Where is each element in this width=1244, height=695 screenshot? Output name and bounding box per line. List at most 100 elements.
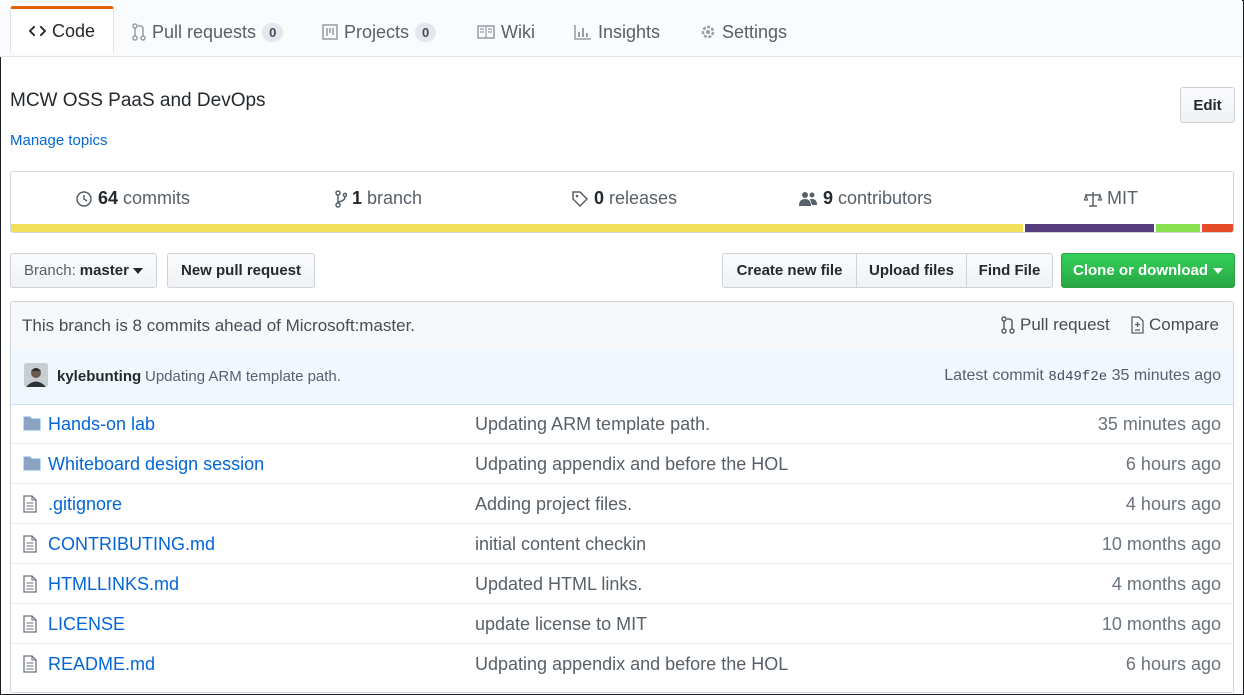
diff-icon bbox=[1131, 316, 1144, 334]
contributors-count: 9 bbox=[823, 188, 834, 208]
clone-or-download-button[interactable]: Clone or download bbox=[1061, 253, 1235, 288]
releases-count: 0 bbox=[594, 188, 605, 208]
edit-button[interactable]: Edit bbox=[1180, 87, 1235, 123]
file-name[interactable]: Whiteboard design session bbox=[48, 454, 264, 475]
repo-description: MCW OSS PaaS and DevOps bbox=[10, 90, 266, 111]
tag-icon bbox=[572, 190, 589, 207]
tab-settings[interactable]: Settings bbox=[700, 8, 787, 56]
file-name[interactable]: CONTRIBUTING.md bbox=[48, 534, 215, 555]
file-icon-wrap bbox=[23, 575, 37, 598]
language-bar[interactable] bbox=[11, 224, 1233, 232]
file-commit-message[interactable]: initial content checkin bbox=[475, 534, 646, 555]
pull-request-link-label: Pull request bbox=[1020, 315, 1110, 334]
graph-icon bbox=[574, 25, 591, 40]
file-commit-message[interactable]: update license to MIT bbox=[475, 614, 647, 635]
file-browser: This branch is 8 commits ahead of Micros… bbox=[10, 301, 1234, 693]
new-pull-request-button[interactable]: New pull request bbox=[167, 253, 315, 288]
caret-down-icon bbox=[132, 267, 143, 274]
repo-tab-bar: Code Pull requests 0 Projects 0 Wiki Ins… bbox=[0, 0, 1242, 57]
file-icon-wrap bbox=[23, 655, 37, 678]
gear-icon bbox=[701, 25, 715, 39]
tab-insights[interactable]: Insights bbox=[574, 8, 660, 56]
file-row: LICENSE update license to MIT 10 months ag… bbox=[11, 604, 1233, 644]
commits-label: commits bbox=[123, 188, 191, 208]
file-icon-wrap bbox=[23, 535, 37, 558]
avatar[interactable] bbox=[24, 363, 48, 387]
file-age: 10 months ago bbox=[1101, 534, 1221, 554]
file-icon bbox=[23, 615, 37, 633]
compare-link-label: Compare bbox=[1149, 315, 1219, 334]
file-age: 4 months ago bbox=[1111, 574, 1221, 594]
folder-icon-wrap bbox=[23, 415, 41, 436]
file-icon bbox=[23, 495, 37, 513]
compare-link[interactable]: Compare bbox=[1130, 315, 1219, 335]
file-icon bbox=[23, 535, 37, 553]
commit-message[interactable]: Updating ARM template path. bbox=[145, 368, 341, 385]
upload-files-button[interactable]: Upload files bbox=[856, 253, 967, 288]
file-commit-message[interactable]: Udpating appendix and before the HOL bbox=[475, 454, 788, 475]
file-commit-message[interactable]: Updating ARM template path. bbox=[475, 414, 710, 435]
file-icon bbox=[23, 575, 37, 593]
file-name[interactable]: README.md bbox=[48, 654, 155, 675]
releases-label: releases bbox=[609, 188, 678, 208]
book-icon bbox=[477, 25, 495, 39]
tab-projects-label: Projects bbox=[344, 21, 410, 42]
code-icon bbox=[29, 25, 46, 37]
branch-select-button[interactable]: Branch: master bbox=[10, 253, 157, 288]
file-age: 10 months ago bbox=[1101, 614, 1221, 634]
latest-commit-info: Latest commit 8d49f2e 35 minutes ago bbox=[944, 367, 1221, 385]
language-segment[interactable] bbox=[1200, 224, 1233, 232]
license-label: MIT bbox=[1107, 188, 1138, 208]
find-file-button[interactable]: Find File bbox=[966, 253, 1053, 288]
branch-name: master bbox=[79, 262, 129, 279]
projects-count: 0 bbox=[415, 22, 437, 42]
project-icon bbox=[322, 24, 338, 40]
contributors-label: contributors bbox=[838, 188, 933, 208]
create-new-file-button[interactable]: Create new file bbox=[722, 253, 857, 288]
file-age: 35 minutes ago bbox=[1097, 414, 1221, 434]
law-icon bbox=[1084, 191, 1102, 207]
branch-stat[interactable]: 1 branch bbox=[335, 188, 422, 209]
branch-ahead-bar: This branch is 8 commits ahead of Micros… bbox=[11, 302, 1233, 350]
file-row: README.md Udpating appendix and before th… bbox=[11, 644, 1233, 684]
tab-wiki-label: Wiki bbox=[501, 21, 535, 42]
tab-wiki[interactable]: Wiki bbox=[477, 8, 535, 56]
file-commit-message[interactable]: Udpating appendix and before the HOL bbox=[475, 654, 788, 675]
file-name[interactable]: HTMLLINKS.md bbox=[48, 574, 179, 595]
language-segment[interactable] bbox=[11, 224, 1023, 232]
tab-pull-requests[interactable]: Pull requests 0 bbox=[132, 8, 284, 56]
tab-projects[interactable]: Projects 0 bbox=[322, 8, 437, 56]
branch-count: 1 bbox=[352, 188, 363, 208]
contributors-stat[interactable]: 9 contributors bbox=[798, 188, 932, 209]
tab-code-label: Code bbox=[51, 20, 95, 41]
language-segment[interactable] bbox=[1022, 224, 1155, 232]
commit-sha[interactable]: 8d49f2e bbox=[1048, 369, 1107, 385]
file-row: Hands-on lab Updating ARM template path. 3… bbox=[11, 404, 1233, 444]
manage-topics-link[interactable]: Manage topics bbox=[10, 132, 108, 149]
commit-author[interactable]: kylebunting bbox=[57, 368, 141, 385]
file-age: 4 hours ago bbox=[1125, 494, 1221, 514]
file-row: .gitignore Adding project files. 4 hours a… bbox=[11, 484, 1233, 524]
branch-ahead-text: This branch is 8 commits ahead of Micros… bbox=[22, 316, 416, 335]
commits-stat[interactable]: 64 commits bbox=[75, 188, 190, 209]
pull-request-link[interactable]: Pull request bbox=[1001, 315, 1110, 335]
file-name[interactable]: LICENSE bbox=[48, 614, 125, 635]
commit-age: 35 minutes ago bbox=[1111, 367, 1221, 384]
tab-code[interactable]: Code bbox=[10, 6, 114, 53]
license-stat[interactable]: MIT bbox=[1084, 188, 1138, 209]
folder-icon-wrap bbox=[23, 455, 41, 476]
latest-commit-prefix: Latest commit bbox=[944, 367, 1044, 384]
commits-count: 64 bbox=[98, 188, 119, 208]
releases-stat[interactable]: 0 releases bbox=[571, 188, 677, 209]
branch-prefix: Branch: bbox=[24, 262, 76, 279]
language-segment[interactable] bbox=[1154, 224, 1201, 232]
file-age: 6 hours ago bbox=[1125, 654, 1221, 674]
file-commit-message[interactable]: Updated HTML links. bbox=[475, 574, 642, 595]
file-icon-wrap bbox=[23, 615, 37, 638]
history-icon bbox=[76, 190, 92, 207]
pull-request-icon bbox=[132, 23, 146, 41]
file-commit-message[interactable]: Adding project files. bbox=[475, 494, 632, 515]
file-name[interactable]: .gitignore bbox=[48, 494, 122, 515]
file-name[interactable]: Hands-on lab bbox=[48, 414, 155, 435]
latest-commit-bar: kylebunting Updating ARM template path. … bbox=[11, 349, 1233, 405]
